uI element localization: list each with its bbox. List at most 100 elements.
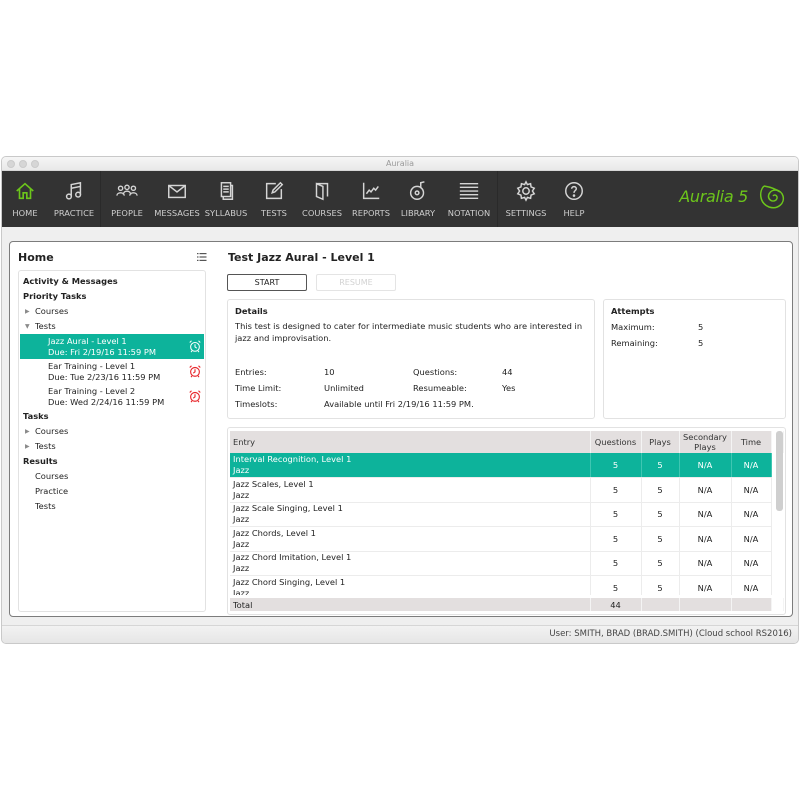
list-menu-icon[interactable]: [197, 252, 207, 262]
close-window-button[interactable]: [7, 160, 15, 168]
grid-scrollbar[interactable]: [776, 431, 783, 593]
toolbar-people-button[interactable]: PEOPLE: [101, 171, 153, 227]
toolbar-notation-button[interactable]: NOTATION: [441, 171, 497, 227]
entry-name: Jazz Scales, Level 1: [233, 478, 314, 489]
toolbar-label: TESTS: [261, 208, 287, 218]
grid-total-row: Total 44: [230, 598, 784, 611]
resumeable-value: Yes: [502, 383, 516, 393]
entry-category: Jazz: [233, 587, 250, 595]
tree-item-label: Courses: [35, 306, 69, 316]
expand-arrow-icon[interactable]: ▶: [25, 424, 35, 439]
grid-row[interactable]: Jazz Chords, Level 1 Jazz 5 5 N/A N/A: [230, 526, 783, 552]
column-header-entry[interactable]: Entry: [230, 431, 591, 453]
expand-arrow-icon[interactable]: ▶: [25, 439, 35, 454]
tree-item-activity-messages[interactable]: Activity & Messages: [19, 274, 205, 289]
grid-row[interactable]: Jazz Chord Imitation, Level 1 Jazz 5 5 N/A N/…: [230, 551, 783, 576]
toolbar-group-primary: HOME PRACTICE: [2, 171, 101, 227]
test-task-due: Due: Tue 2/23/16 11:59 PM: [48, 372, 161, 382]
toolbar-courses-button[interactable]: COURSES: [297, 171, 347, 227]
grid-row[interactable]: Jazz Scale Singing, Level 1 Jazz 5 5 N/A N/A: [230, 502, 783, 527]
toolbar-group-system: SETTINGS HELP: [498, 171, 594, 227]
main-toolbar: HOME PRACTICE PEOPLE MESSAGES SYLLABUS T…: [2, 171, 798, 227]
book-icon: [315, 182, 329, 201]
column-header-time[interactable]: Time: [731, 431, 772, 453]
toolbar-settings-button[interactable]: SETTINGS: [498, 171, 554, 227]
questions-label: Questions:: [413, 367, 458, 377]
cell-questions: 5: [590, 526, 642, 552]
toolbar-label: PRACTICE: [53, 208, 95, 218]
tree-item-priority-courses[interactable]: ▶ Courses: [19, 304, 205, 319]
total-plays: [641, 598, 680, 611]
toolbar-label: MESSAGES: [154, 208, 200, 218]
cell-questions: 5: [590, 453, 642, 478]
grid-scroll-thumb[interactable]: [776, 431, 783, 511]
tree-item-results-courses[interactable]: Courses: [19, 469, 205, 484]
collapse-arrow-icon[interactable]: ▼: [25, 319, 35, 334]
test-task-item[interactable]: Jazz Aural - Level 1 Due: Fri 2/19/16 11…: [20, 334, 204, 359]
resumeable-label: Resumeable:: [413, 383, 467, 393]
tree-item-results-practice[interactable]: Practice: [19, 484, 205, 499]
alarm-clock-icon: [189, 340, 201, 353]
column-header-plays[interactable]: Plays: [641, 431, 680, 453]
toolbar-group-manage: PEOPLE MESSAGES SYLLABUS TESTS COURSES R…: [101, 171, 498, 227]
cell-plays: 5: [641, 453, 680, 478]
timeslots-value: Available until Fri 2/19/16 11:59 PM.: [324, 399, 474, 409]
zoom-window-button[interactable]: [31, 160, 39, 168]
toolbar-reports-button[interactable]: REPORTS: [347, 171, 395, 227]
tree-item-priority-tasks[interactable]: Priority Tasks: [19, 289, 205, 304]
cell-time: N/A: [731, 551, 772, 576]
cell-entry: Jazz Chords, Level 1 Jazz: [230, 526, 591, 552]
questions-value: 44: [502, 367, 513, 377]
staff-lines-icon: [459, 182, 479, 200]
column-header-questions[interactable]: Questions: [590, 431, 642, 453]
start-button[interactable]: START: [227, 274, 307, 291]
resume-button[interactable]: RESUME: [316, 274, 396, 291]
tree-item-priority-tests[interactable]: ▼ Tests: [19, 319, 205, 334]
cell-secondary-plays: N/A: [679, 551, 732, 576]
brand-logo: Auralia 5: [679, 181, 786, 211]
total-label: Total: [230, 598, 591, 611]
cell-plays: 5: [641, 551, 680, 576]
toolbar-practice-button[interactable]: PRACTICE: [48, 171, 100, 227]
toolbar-home-button[interactable]: HOME: [2, 171, 48, 227]
toolbar-tests-button[interactable]: TESTS: [251, 171, 297, 227]
toolbar-label: SETTINGS: [505, 208, 547, 218]
toolbar-help-button[interactable]: HELP: [554, 171, 594, 227]
entry-name: Interval Recognition, Level 1: [233, 454, 352, 464]
tree-item-tasks-tests[interactable]: ▶ Tests: [19, 439, 205, 454]
music-note-icon: [65, 181, 82, 200]
cell-entry: Jazz Chord Imitation, Level 1 Jazz: [230, 551, 591, 576]
test-task-item[interactable]: Ear Training - Level 2 Due: Wed 2/24/16 …: [20, 384, 204, 409]
toolbar-syllabus-button[interactable]: SYLLABUS: [201, 171, 251, 227]
title-bar: Auralia: [2, 157, 798, 171]
status-bar: User: SMITH, BRAD (BRAD.SMITH) (Cloud sc…: [2, 625, 798, 643]
grid-row[interactable]: Jazz Scales, Level 1 Jazz 5 5 N/A N/A: [230, 477, 783, 503]
app-window: Auralia HOME PRACTICE PEOPLE MESSAGES SY…: [1, 156, 799, 644]
user-status: User: SMITH, BRAD (BRAD.SMITH) (Cloud sc…: [549, 629, 792, 639]
entries-grid-header: Entry Questions Plays Secondary Plays Ti…: [230, 431, 784, 453]
test-task-name: Ear Training - Level 1: [48, 361, 136, 371]
tree-item-tasks-courses[interactable]: ▶ Courses: [19, 424, 205, 439]
grid-row[interactable]: Jazz Chord Singing, Level 1 Jazz 5 5 N/A N/A: [230, 575, 783, 595]
maximum-label: Maximum:: [611, 322, 655, 332]
toolbar-library-button[interactable]: LIBRARY: [395, 171, 441, 227]
cell-time: N/A: [731, 575, 772, 595]
toolbar-label: HOME: [12, 208, 38, 218]
minimize-window-button[interactable]: [19, 160, 27, 168]
tree-item-results[interactable]: Results: [19, 454, 205, 469]
toolbar-label: LIBRARY: [400, 208, 436, 218]
toolbar-messages-button[interactable]: MESSAGES: [153, 171, 201, 227]
brand-name: Auralia 5: [679, 186, 748, 206]
test-task-name: Ear Training - Level 2: [48, 386, 136, 396]
tree-item-tasks[interactable]: Tasks: [19, 409, 205, 424]
total-spacer: [771, 598, 784, 611]
tree-item-results-tests[interactable]: Tests: [19, 499, 205, 514]
toolbar-label: SYLLABUS: [204, 208, 248, 218]
pencil-edit-icon: [265, 181, 284, 200]
home-icon: [16, 182, 34, 200]
test-task-item[interactable]: Ear Training - Level 1 Due: Tue 2/23/16 …: [20, 359, 204, 384]
grid-row[interactable]: Interval Recognition, Level 1 Jazz 5 5 N/A N/…: [230, 453, 783, 478]
expand-arrow-icon[interactable]: ▶: [25, 304, 35, 319]
cell-secondary-plays: N/A: [679, 502, 732, 527]
column-header-secondary-plays[interactable]: Secondary Plays: [679, 431, 732, 453]
